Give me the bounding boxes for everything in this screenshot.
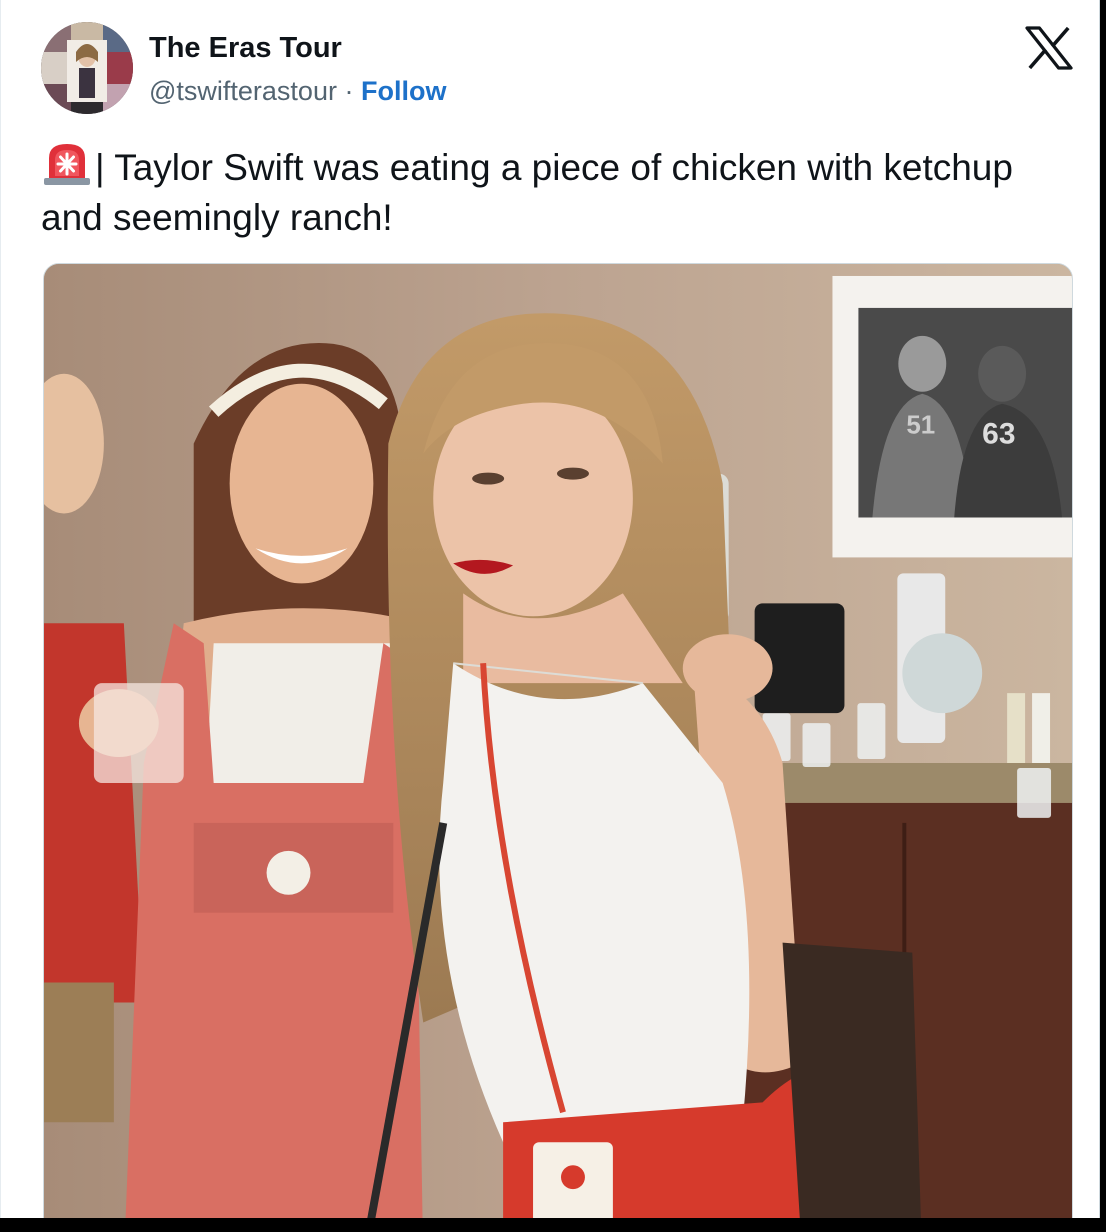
avatar-collage-image xyxy=(41,22,133,114)
author-meta: @tswifterastour · Follow xyxy=(149,73,446,109)
meta-separator: · xyxy=(344,76,354,106)
tweet-body-text: | Taylor Swift was eating a piece of chi… xyxy=(41,147,1013,238)
x-logo-icon[interactable] xyxy=(1025,26,1073,70)
avatar[interactable] xyxy=(41,22,133,114)
framed-photo: 63 51 xyxy=(832,275,1072,558)
photo-jersey-number-63: 63 xyxy=(982,418,1015,451)
author-name[interactable]: The Eras Tour xyxy=(149,30,342,66)
tweet-text: | Taylor Swift was eating a piece of chi… xyxy=(41,140,1081,243)
photo-jersey-number-51: 51 xyxy=(906,412,935,440)
author-handle[interactable]: @tswifterastour xyxy=(149,76,337,106)
follow-button[interactable]: Follow xyxy=(361,76,446,106)
rotating-light-icon xyxy=(41,140,93,186)
tweet-photo[interactable]: 63 51 xyxy=(43,263,1073,1218)
tweet-card[interactable]: The Eras Tour @tswifterastour · Follow |… xyxy=(0,0,1100,1218)
